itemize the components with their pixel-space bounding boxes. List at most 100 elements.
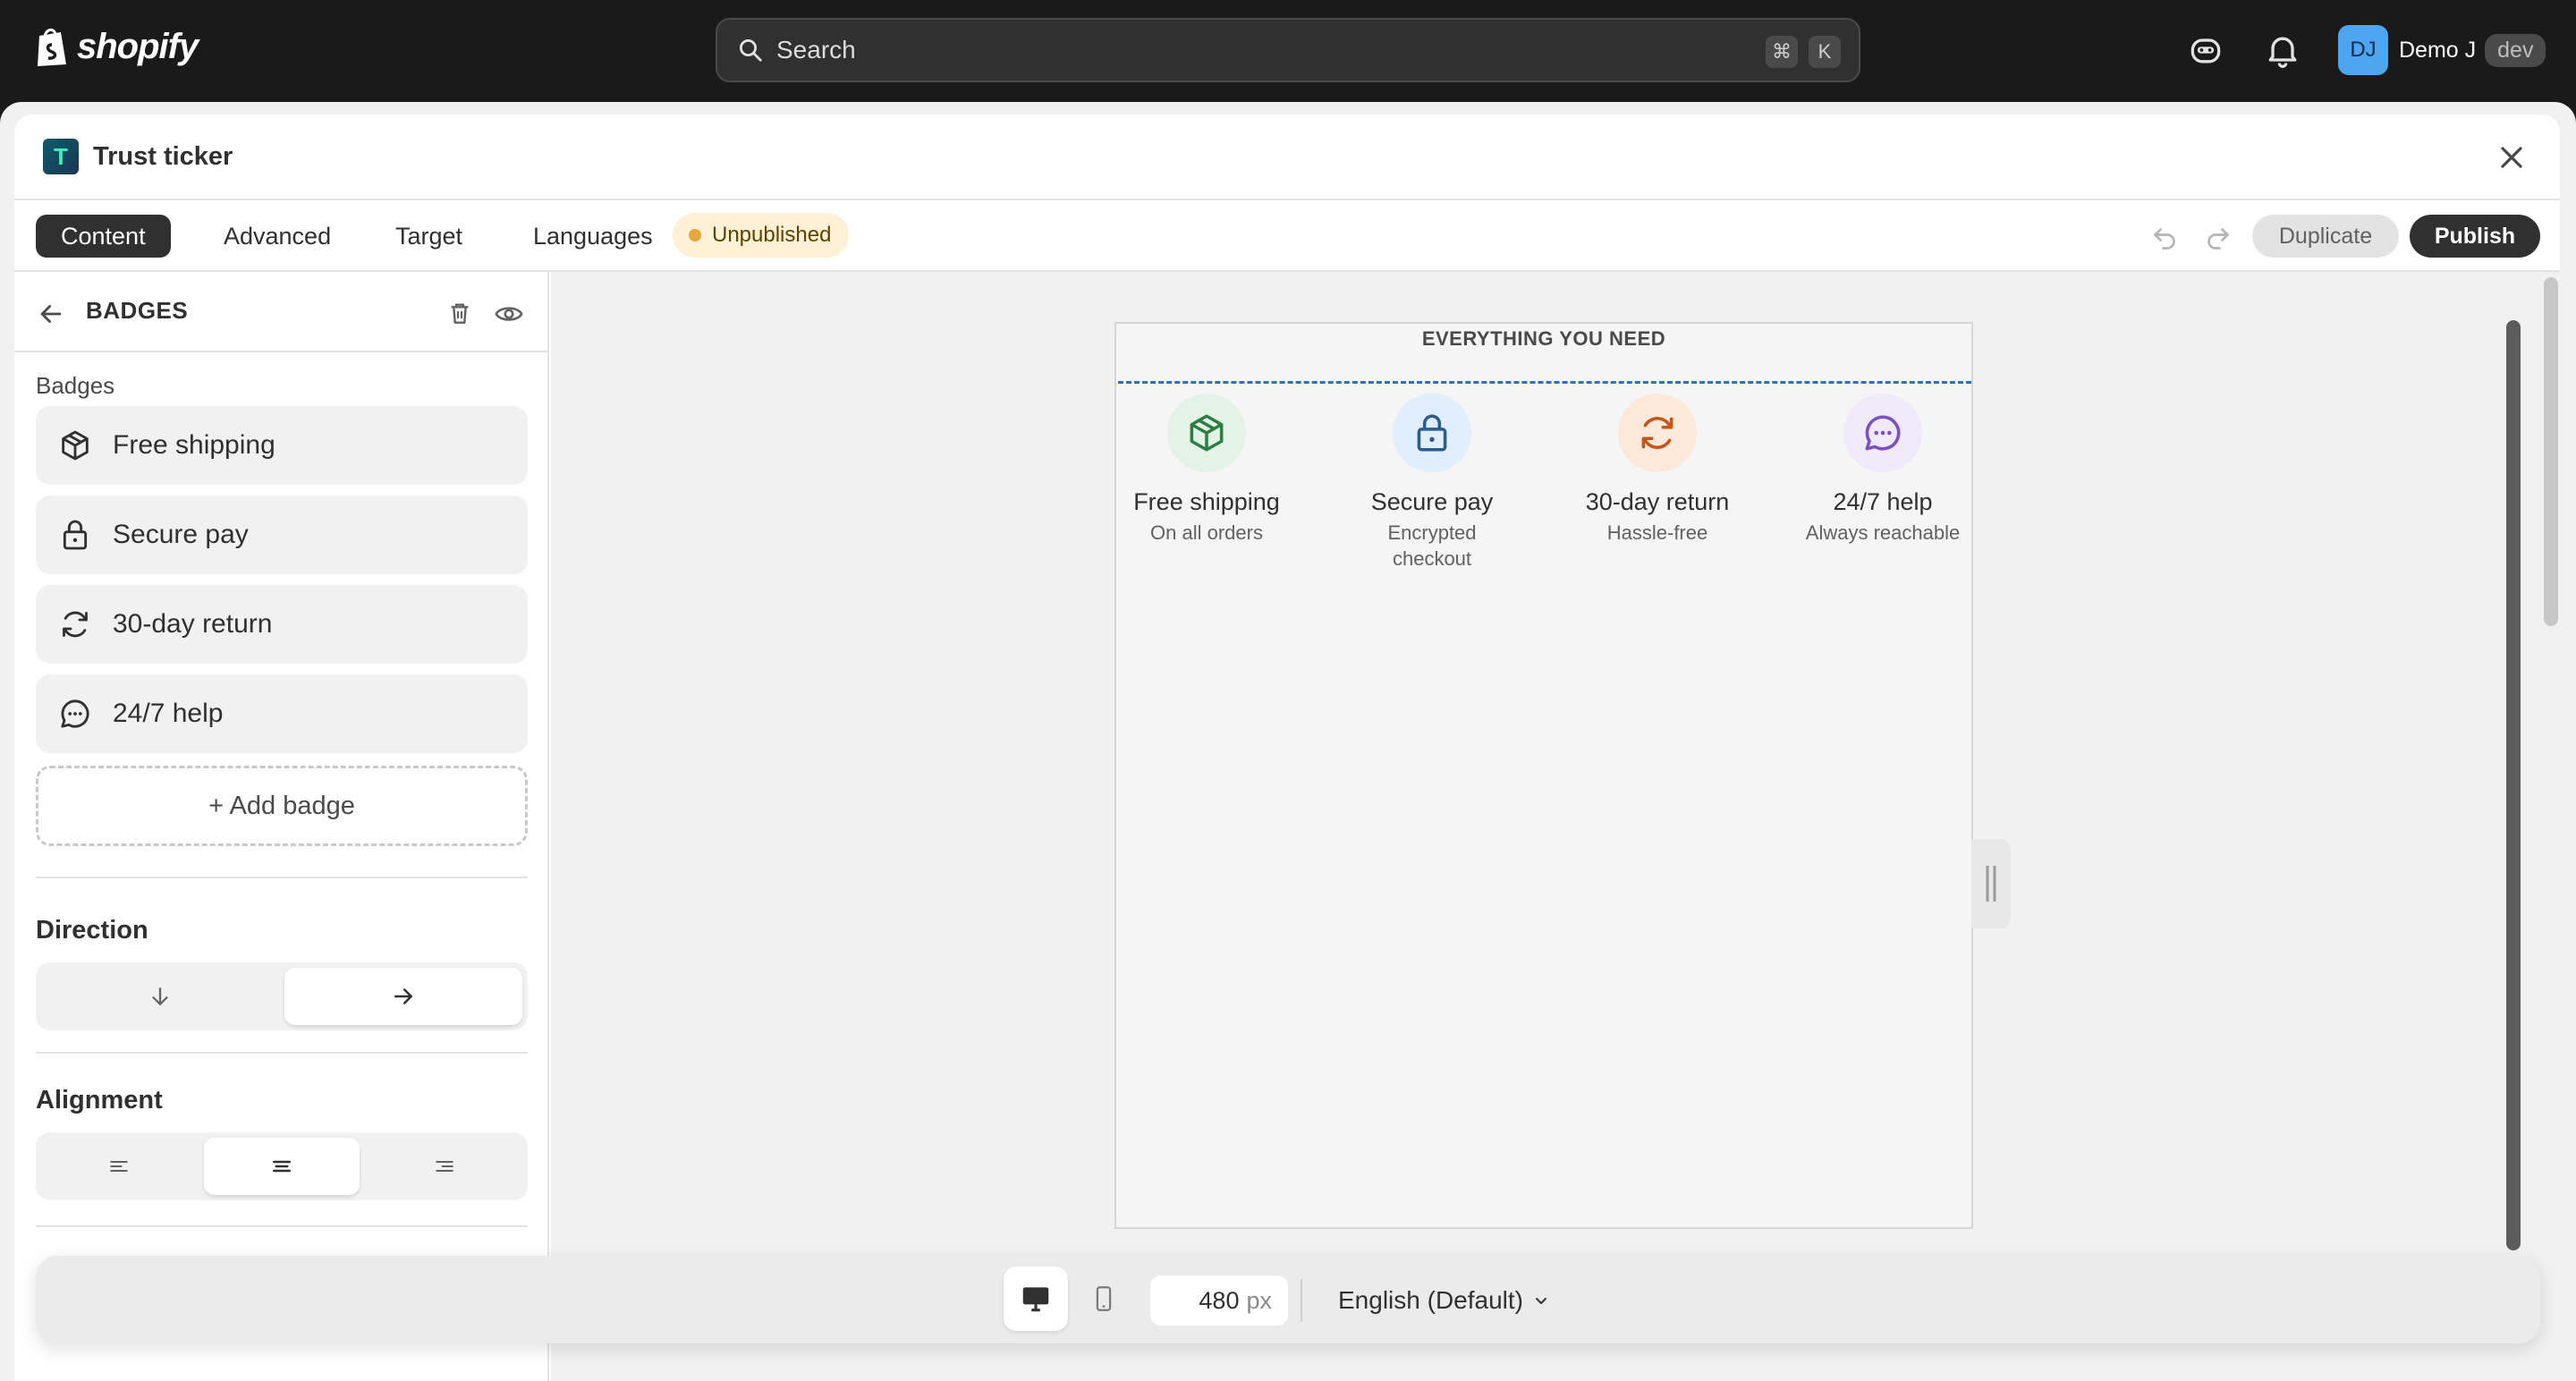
avatar: DJ: [2338, 25, 2388, 75]
publish-button[interactable]: Publish: [2410, 215, 2540, 258]
badge-item-label: Secure pay: [113, 520, 249, 549]
preview-selection-outline: [1118, 381, 1971, 384]
direction-horizontal-button[interactable]: [284, 968, 522, 1025]
app-title: Trust ticker: [93, 141, 233, 171]
search-placeholder: Search: [776, 36, 856, 64]
refresh-icon: [63, 611, 88, 638]
close-icon[interactable]: [2494, 140, 2529, 175]
chat-icon: [61, 699, 89, 728]
notifications-bell-icon[interactable]: [2263, 30, 2302, 70]
preview-heading: EVERYTHING YOU NEED: [1421, 327, 1666, 350]
language-select-value: English (Default): [1338, 1286, 1523, 1314]
duplicate-button[interactable]: Duplicate: [2252, 215, 2399, 258]
shopify-logo[interactable]: shopify: [34, 25, 199, 68]
arrow-down-icon: [152, 987, 168, 1005]
divider: [36, 1052, 528, 1054]
app-logo: T: [43, 139, 79, 174]
package-icon: [62, 430, 89, 461]
add-badge-button[interactable]: + Add badge: [36, 766, 528, 846]
preview-badge-subtitle: Encrypted checkout: [1387, 521, 1477, 570]
direction-vertical-button[interactable]: [41, 968, 279, 1025]
eye-icon[interactable]: [494, 299, 524, 329]
modal-header: T Trust ticker: [14, 114, 2560, 200]
badges-section-label: Badges: [36, 372, 115, 399]
preview-scrollbar[interactable]: [2506, 320, 2521, 1250]
badge-item-30-day-return[interactable]: 30-day return: [36, 585, 528, 664]
user-menu[interactable]: DJ Demo J dev: [2338, 25, 2546, 75]
user-name: Demo J: [2399, 37, 2477, 63]
package-icon: [1190, 414, 1224, 452]
preview-badge-subtitle: Always reachable: [1805, 521, 1961, 544]
desktop-view-button[interactable]: [1004, 1267, 1068, 1331]
preview-badge-subtitle: On all orders: [1150, 521, 1263, 544]
divider: [36, 877, 528, 878]
preview-badge[interactable]: 30-day return Hassle-free: [1546, 394, 1769, 546]
align-left-icon: [110, 1161, 128, 1172]
language-select[interactable]: English (Default): [1338, 1279, 1552, 1322]
lock-icon: [63, 520, 88, 550]
preview-badge-icon-bg: [1167, 394, 1246, 472]
arrow-right-icon: [394, 988, 412, 1004]
redo-icon[interactable]: [2202, 220, 2234, 252]
direction-title: Direction: [36, 916, 148, 945]
lock-icon: [1417, 414, 1447, 452]
drag-handle-icon: [1986, 866, 1996, 902]
search-icon: [740, 39, 762, 62]
undo-icon[interactable]: [2148, 220, 2181, 252]
preview-canvas: EVERYTHING YOU NEED Free shipping On all…: [551, 272, 2560, 1381]
align-right-icon: [436, 1161, 453, 1172]
desktop-icon: [1022, 1287, 1049, 1312]
preview-width-value: 480: [1199, 1286, 1240, 1314]
widget-preview: EVERYTHING YOU NEED Free shipping On all…: [1114, 322, 1973, 1229]
preview-badge-subtitle: Hassle-free: [1606, 521, 1708, 544]
brand-name: shopify: [77, 26, 199, 66]
mobile-view-button[interactable]: [1072, 1267, 1136, 1331]
canvas-scrollbar[interactable]: [2544, 277, 2558, 626]
badge-item-free-shipping[interactable]: Free shipping: [36, 406, 528, 485]
preview-badge-title: 30-day return: [1585, 488, 1730, 515]
status-badge-label: Unpublished: [712, 223, 832, 247]
shortcut-k-key: K: [1809, 36, 1841, 68]
back-arrow-icon[interactable]: [36, 299, 66, 329]
sidekick-icon[interactable]: [2186, 30, 2225, 70]
align-right-button[interactable]: [367, 1138, 522, 1195]
align-center-icon: [273, 1160, 291, 1173]
tab-languages[interactable]: Languages: [508, 215, 678, 258]
align-center-button[interactable]: [204, 1138, 360, 1195]
preview-badge-title: Secure pay: [1370, 488, 1494, 515]
refresh-icon: [1641, 417, 1674, 449]
preview-width-input[interactable]: 480 px: [1150, 1275, 1288, 1326]
status-badge: Unpublished: [673, 213, 850, 258]
chat-icon: [1865, 415, 1901, 451]
shortcut-cmd-key: ⌘: [1766, 36, 1798, 68]
preview-toolbar: 480 px English (Default): [36, 1256, 2540, 1343]
tab-advanced[interactable]: Advanced: [199, 215, 356, 258]
badge-item-secure-pay[interactable]: Secure pay: [36, 496, 528, 574]
settings-sidebar: BADGES Badges Free shipping Secure pay 3…: [14, 272, 549, 1381]
admin-top-bar: shopify Search ⌘ K DJ Demo J dev: [0, 0, 2576, 100]
preview-badge-title: 24/7 help: [1833, 488, 1933, 515]
search-bar[interactable]: Search ⌘ K: [716, 18, 1860, 82]
alignment-toggle: [36, 1132, 528, 1200]
badge-item-24-7-help[interactable]: 24/7 help: [36, 674, 528, 753]
preview-badge-icon-bg: [1618, 394, 1697, 472]
chevron-down-icon: [1535, 1298, 1546, 1304]
mobile-icon: [1096, 1286, 1112, 1311]
preview-badge[interactable]: Free shipping On all orders: [1095, 394, 1318, 546]
editor-modal-body: T Trust ticker Content Advanced Target L…: [14, 114, 2560, 1381]
preview-width-unit: px: [1246, 1286, 1272, 1314]
preview-badge[interactable]: 24/7 help Always reachable: [1771, 394, 1995, 546]
trash-icon[interactable]: [445, 299, 474, 327]
divider: [1301, 1279, 1302, 1322]
editor-modal: T Trust ticker Content Advanced Target L…: [0, 102, 2576, 1381]
tab-content[interactable]: Content: [36, 215, 171, 258]
preview-badge[interactable]: Secure pay Encrypted checkout: [1320, 394, 1544, 572]
align-left-button[interactable]: [41, 1138, 197, 1195]
editor-tabs-bar: Content Advanced Target Languages Unpubl…: [14, 200, 2560, 272]
resize-handle[interactable]: [1971, 839, 2011, 928]
preview-badge-icon-bg: [1843, 394, 1922, 472]
shopify-bag-icon: [38, 29, 66, 66]
divider: [36, 1225, 528, 1227]
tab-target[interactable]: Target: [370, 215, 487, 258]
store-badge: dev: [2485, 33, 2546, 67]
